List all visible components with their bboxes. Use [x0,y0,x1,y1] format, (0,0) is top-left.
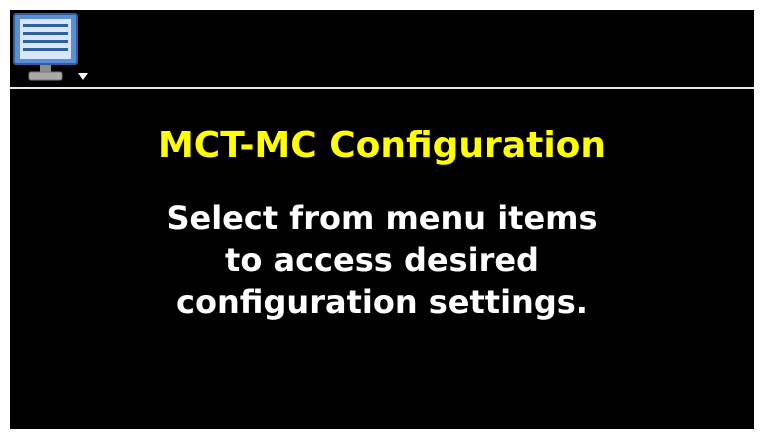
message-line-2: to access desired [225,241,539,279]
message-line-1: Select from menu items [166,199,598,237]
main-content: MCT-MC Configuration Select from menu it… [10,89,754,429]
top-bar [10,10,754,87]
device-screen: MCT-MC Configuration Select from menu it… [10,10,754,429]
message-line-3: configuration settings. [176,283,588,321]
monitor-menu-icon [13,13,88,81]
instruction-message: Select from menu items to access desired… [10,197,754,323]
page-title: MCT-MC Configuration [157,125,607,166]
menu-button[interactable] [13,13,91,83]
